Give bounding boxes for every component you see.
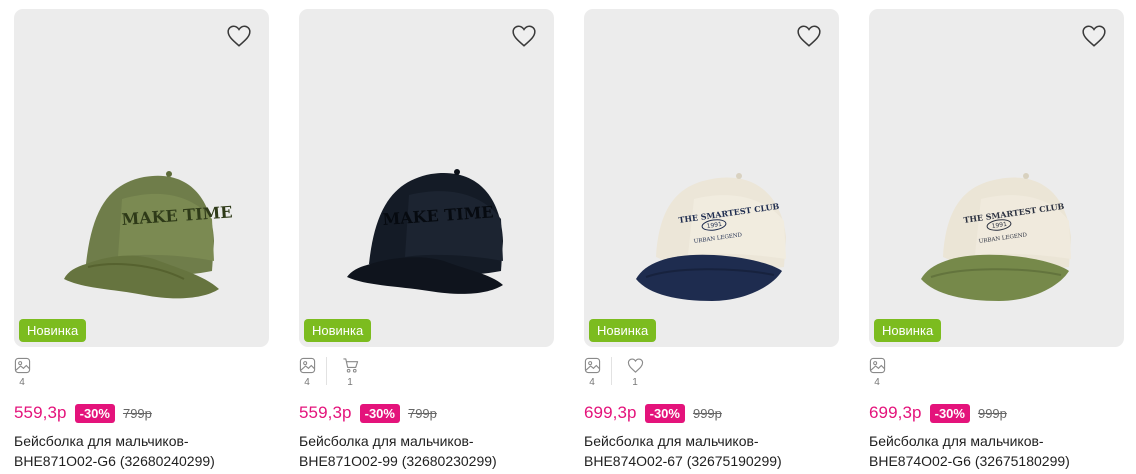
new-badge: Новинка (874, 319, 942, 342)
old-price: 799р (122, 405, 152, 421)
product-title-line1: Бейсболка для мальчиков- (299, 433, 474, 449)
heart-outline-icon (797, 25, 821, 47)
favorite-button[interactable] (1080, 23, 1108, 49)
cap-photo: MAKE TIME (347, 169, 503, 294)
product-title[interactable]: Бейсболка для мальчиков- BHE871O02-99 (3… (299, 431, 554, 471)
product-title[interactable]: Бейсболка для мальчиков- BHE874O02-67 (3… (584, 431, 839, 471)
product-title-line2: BHE874O02-G6 (32675180299) (869, 453, 1070, 469)
price-row: 699,3р -30% 999р (869, 402, 1007, 424)
discount-badge: -30% (74, 403, 115, 423)
discount-badge: -30% (644, 403, 685, 423)
cap-photo: MAKE TIME (64, 171, 233, 299)
current-price: 559,3р (14, 403, 67, 422)
favorite-button[interactable] (510, 23, 538, 49)
cart-stat[interactable]: 1 (341, 357, 359, 389)
old-price: 999р (692, 405, 722, 421)
heart-outline-icon (627, 358, 643, 373)
price-row: 699,3р -30% 999р (584, 402, 722, 424)
likes-count: 1 (632, 377, 638, 388)
image-icon (869, 357, 885, 374)
product-grid: MAKE TIME Новинка 4 559,3р -30% 799р Бей… (0, 0, 1136, 474)
product-title-line1: Бейсболка для мальчиков- (869, 433, 1044, 449)
stats-divider (326, 357, 327, 385)
discount-badge: -30% (359, 403, 400, 423)
product-title-line1: Бейсболка для мальчиков- (584, 433, 759, 449)
photos-stat[interactable]: 4 (13, 357, 31, 389)
current-price: 699,3р (584, 403, 637, 422)
new-badge: Новинка (304, 319, 372, 342)
favorite-button[interactable] (225, 23, 253, 49)
cap-photo: THE SMARTEST CLUB 1991 URBAN LEGEND (921, 173, 1071, 301)
product-image[interactable]: THE SMARTEST CLUB 1991 URBAN LEGEND Нови… (869, 9, 1124, 347)
old-price: 999р (977, 405, 1007, 421)
discount-badge: -30% (929, 403, 970, 423)
product-image[interactable]: MAKE TIME Новинка (299, 9, 554, 347)
photos-stat[interactable]: 4 (583, 357, 601, 389)
product-card: MAKE TIME Новинка 4 1 559,3р -30% 799р Б… (299, 9, 554, 471)
current-price: 559,3р (299, 403, 352, 422)
product-title-line1: Бейсболка для мальчиков- (14, 433, 189, 449)
product-stats: 4 (13, 357, 47, 389)
product-image[interactable]: THE SMARTEST CLUB 1991 URBAN LEGEND Нови… (584, 9, 839, 347)
photos-count: 4 (304, 377, 310, 388)
product-card: MAKE TIME Новинка 4 559,3р -30% 799р Бей… (14, 9, 269, 471)
heart-outline-icon (512, 25, 536, 47)
heart-outline-icon (227, 25, 251, 47)
photos-stat[interactable]: 4 (868, 357, 886, 389)
heart-outline-icon (1082, 25, 1106, 47)
product-title[interactable]: Бейсболка для мальчиков- BHE871O02-G6 (3… (14, 431, 269, 471)
image-icon (299, 357, 315, 374)
image-icon (584, 357, 600, 374)
product-title-line2: BHE871O02-99 (32680230299) (299, 453, 497, 469)
cap-photo: THE SMARTEST CLUB 1991 URBAN LEGEND (636, 173, 786, 301)
product-card: THE SMARTEST CLUB 1991 URBAN LEGEND Нови… (869, 9, 1124, 471)
photos-count: 4 (19, 377, 25, 388)
stats-divider (611, 357, 612, 385)
image-icon (14, 357, 30, 374)
product-stats: 4 (868, 357, 902, 389)
product-card: THE SMARTEST CLUB 1991 URBAN LEGEND Нови… (584, 9, 839, 471)
old-price: 799р (407, 405, 437, 421)
likes-stat[interactable]: 1 (626, 357, 644, 389)
photos-stat[interactable]: 4 (298, 357, 316, 389)
favorite-button[interactable] (795, 23, 823, 49)
price-row: 559,3р -30% 799р (299, 402, 437, 424)
new-badge: Новинка (19, 319, 87, 342)
photos-count: 4 (874, 377, 880, 388)
price-row: 559,3р -30% 799р (14, 402, 152, 424)
product-stats: 4 1 (298, 357, 375, 389)
cart-count: 1 (347, 377, 353, 388)
new-badge: Новинка (589, 319, 657, 342)
product-stats: 4 1 (583, 357, 660, 389)
cart-icon (342, 358, 358, 373)
product-title-line2: BHE874O02-67 (32675190299) (584, 453, 782, 469)
product-image[interactable]: MAKE TIME Новинка (14, 9, 269, 347)
product-title-line2: BHE871O02-G6 (32680240299) (14, 453, 215, 469)
photos-count: 4 (589, 377, 595, 388)
product-title[interactable]: Бейсболка для мальчиков- BHE874O02-G6 (3… (869, 431, 1124, 471)
current-price: 699,3р (869, 403, 922, 422)
